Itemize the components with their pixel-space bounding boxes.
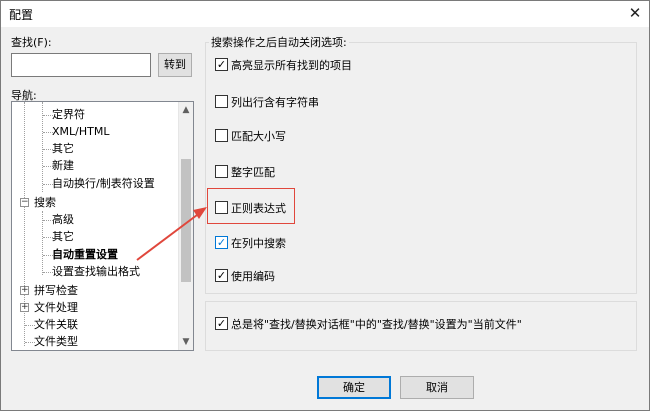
window-title: 配置: [9, 8, 34, 22]
nav-item-auto-reset[interactable]: 自动重置设置: [52, 246, 118, 263]
checkbox-whole-word[interactable]: [215, 165, 228, 178]
options-group-title: 搜索操作之后自动关闭选项:: [209, 34, 349, 50]
nav-item-xml-html[interactable]: XML/HTML: [52, 123, 109, 140]
nav-item-file-types[interactable]: 文件类型: [34, 333, 78, 350]
nav-item-other-2[interactable]: 其它: [52, 228, 74, 245]
close-icon[interactable]: ✕: [623, 2, 647, 24]
collapse-icon[interactable]: −: [20, 198, 29, 207]
checkbox-search-columns[interactable]: ✓: [215, 236, 228, 249]
find-label: 查找(F):: [11, 36, 52, 49]
tree-guide-line: [24, 102, 25, 198]
annotation-highlight-box: [207, 188, 295, 224]
nav-item-search[interactable]: 搜索: [34, 194, 56, 211]
ok-button[interactable]: 确定: [317, 376, 391, 399]
cancel-button[interactable]: 取消: [400, 376, 474, 399]
scroll-up-icon[interactable]: ▲: [178, 102, 193, 118]
scroll-down-icon[interactable]: ▼: [178, 334, 193, 350]
nav-item-file-handling[interactable]: 文件处理: [34, 299, 78, 316]
checkbox-use-encoding[interactable]: ✓: [215, 269, 228, 282]
annotation-arrow-icon: [136, 207, 207, 261]
nav-item-advanced[interactable]: 高级: [52, 211, 74, 228]
checkbox-match-case[interactable]: [215, 129, 228, 142]
title-bar: 配置 ✕: [1, 1, 649, 27]
checkbox-label: 使用编码: [231, 270, 275, 283]
goto-button[interactable]: 转到: [158, 53, 192, 77]
expand-icon[interactable]: +: [20, 303, 29, 312]
checkbox-list-lines[interactable]: [215, 95, 228, 108]
find-input[interactable]: [11, 53, 151, 77]
checkbox-label: 匹配大小写: [231, 130, 286, 143]
checkbox-label: 列出行含有字符串: [231, 96, 319, 109]
expand-icon[interactable]: +: [20, 286, 29, 295]
checkbox-label: 整字匹配: [231, 166, 275, 179]
checkbox-label: 在列中搜索: [231, 237, 286, 250]
nav-item-wrap-tab[interactable]: 自动换行/制表符设置: [52, 175, 155, 192]
checkbox-label: 高亮显示所有找到的项目: [231, 59, 352, 72]
checkbox-label: 总是将"查找/替换对话框"中的"查找/替换"设置为"当前文件": [231, 318, 522, 331]
nav-item-spellcheck[interactable]: 拼写检查: [34, 282, 78, 299]
config-dialog: 配置 ✕ 查找(F): 转到 导航: − + + 定界符 XML/HTML 其它…: [0, 0, 650, 411]
checkbox-current-file[interactable]: ✓: [215, 317, 228, 330]
nav-item-find-output[interactable]: 设置查找输出格式: [52, 263, 140, 280]
checkbox-highlight-all[interactable]: ✓: [215, 58, 228, 71]
nav-item-other[interactable]: 其它: [52, 140, 74, 157]
nav-item-file-assoc[interactable]: 文件关联: [34, 316, 78, 333]
nav-item-new[interactable]: 新建: [52, 157, 74, 174]
nav-item-delimiters[interactable]: 定界符: [52, 106, 85, 123]
